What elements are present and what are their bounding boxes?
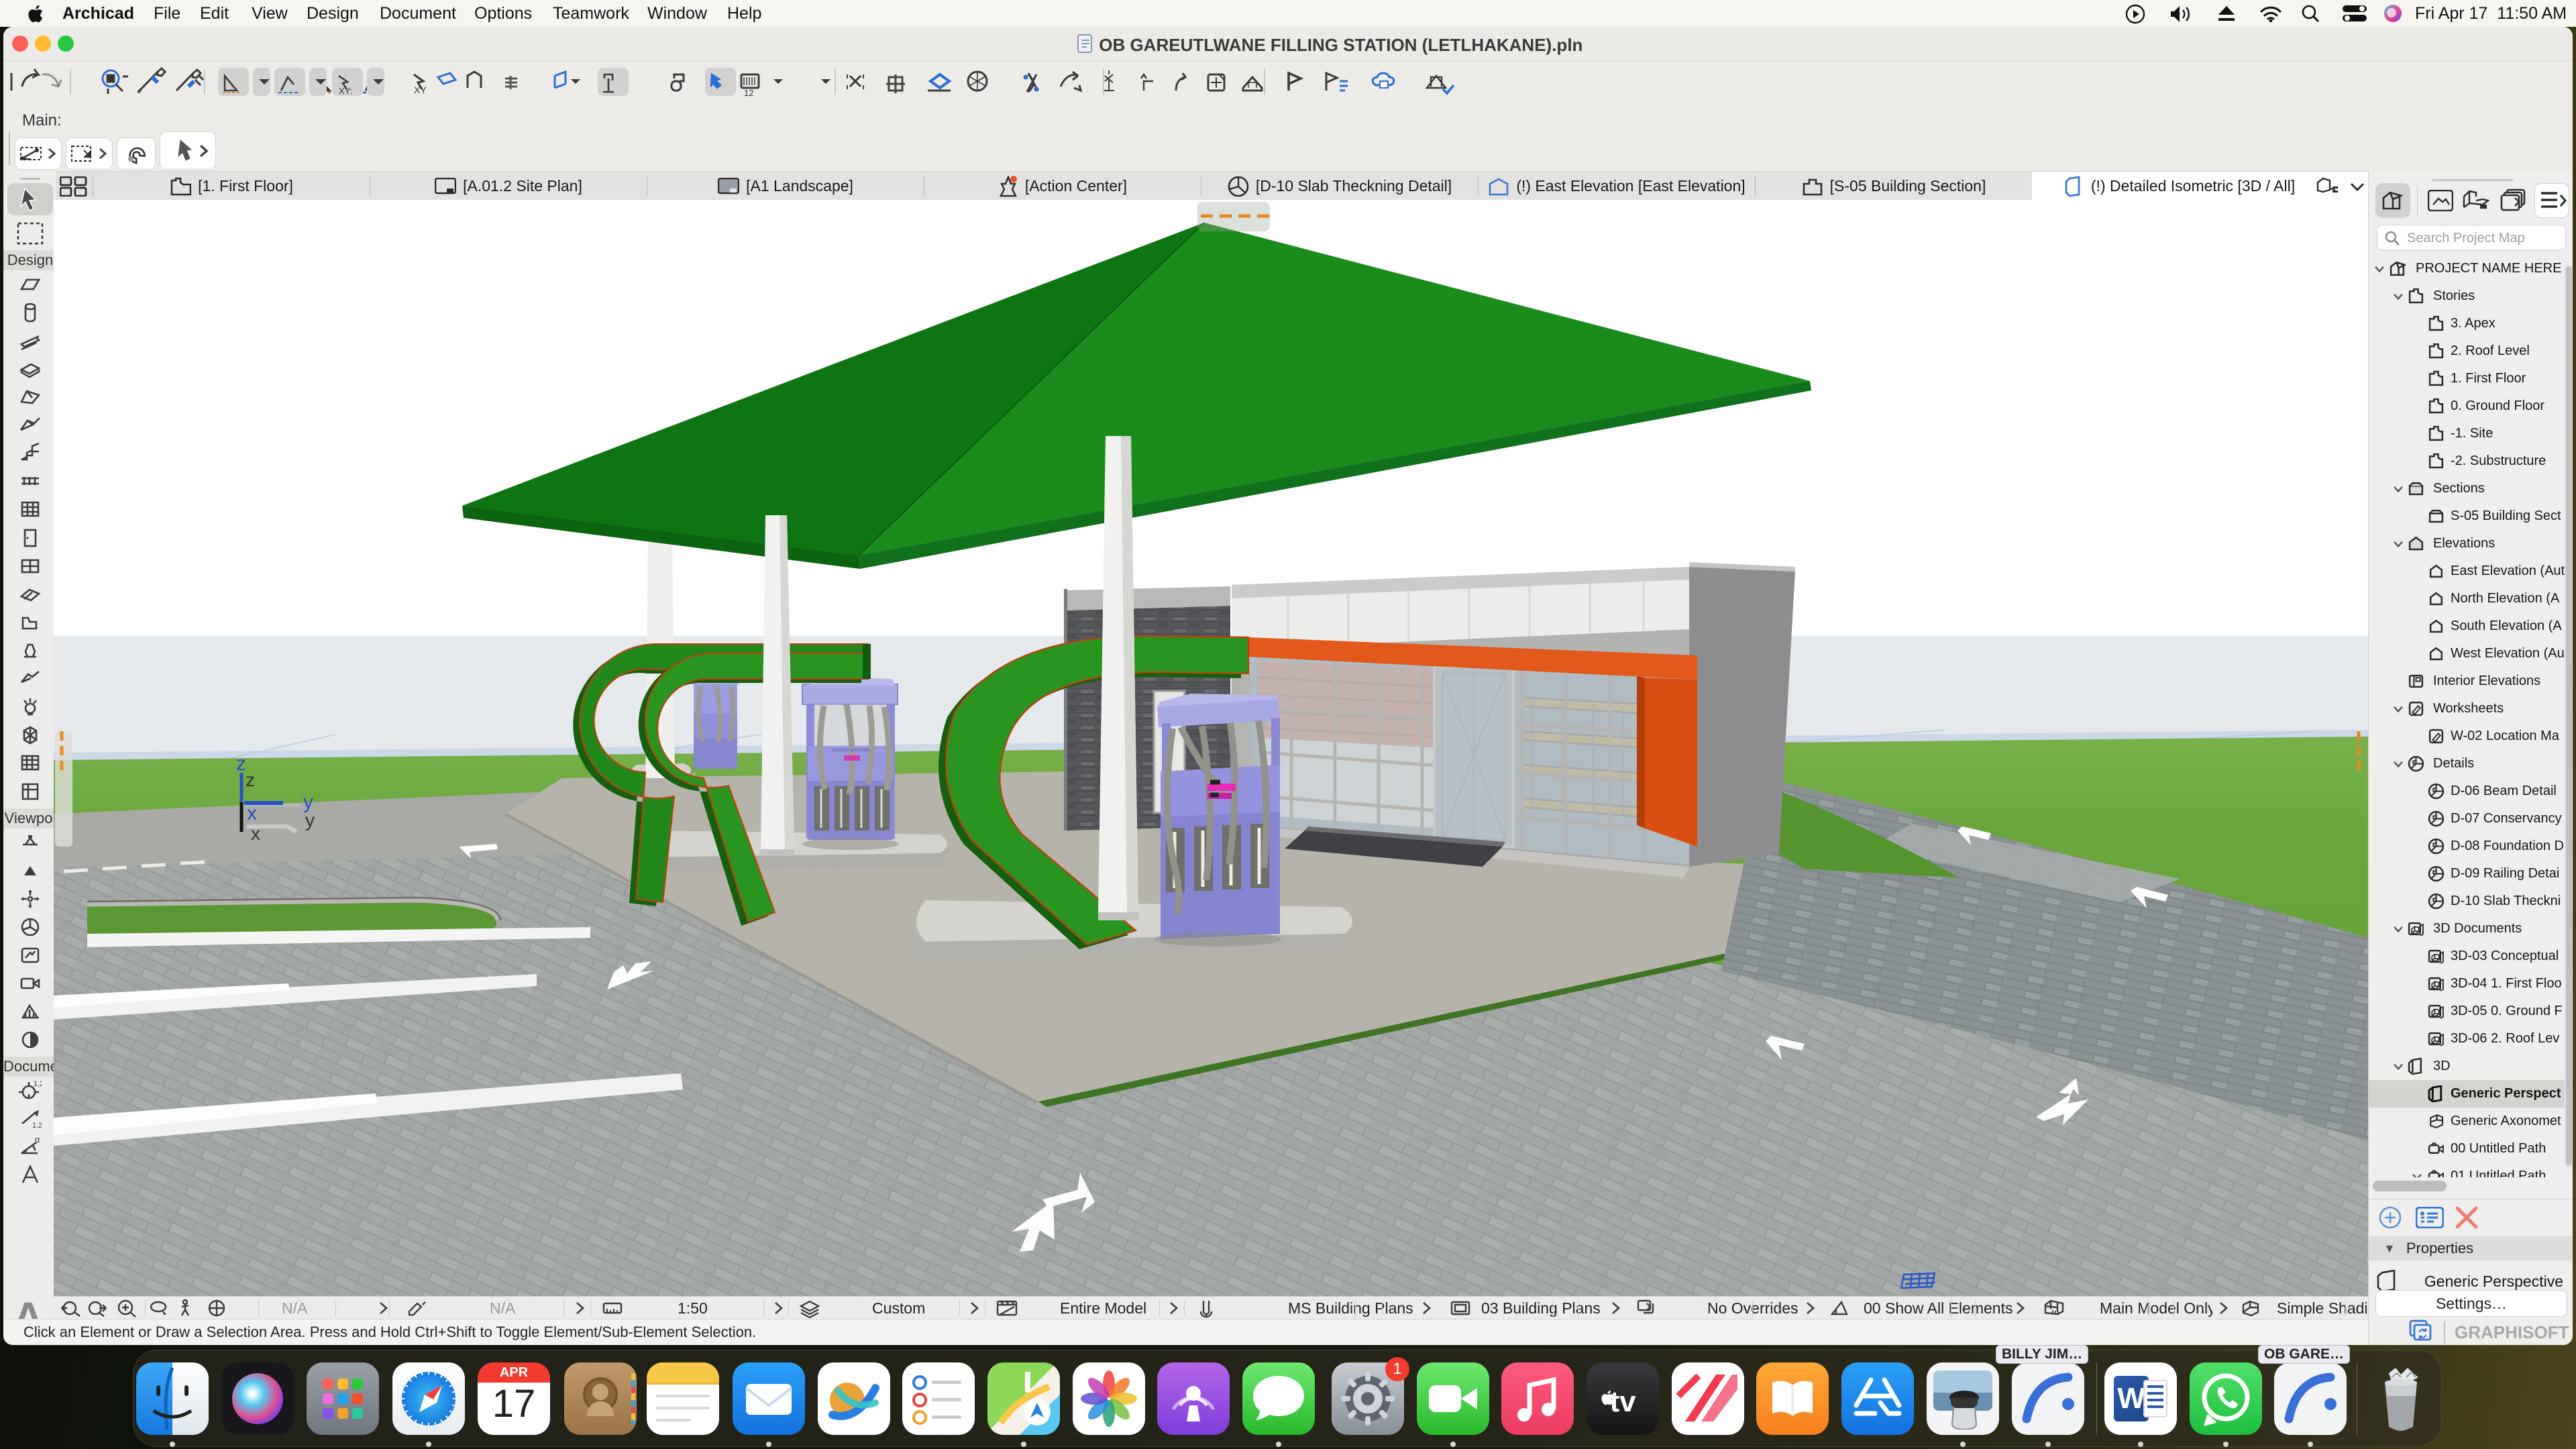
svg-text:XY:: XY:	[339, 86, 352, 96]
svg-text:XY: XY	[414, 85, 427, 95]
svg-text:y: y	[305, 810, 315, 830]
svg-text:x: x	[247, 802, 257, 824]
svg-text:α: α	[35, 1136, 40, 1144]
svg-text:12: 12	[744, 88, 753, 98]
svg-text:1,2: 1,2	[34, 1080, 42, 1088]
svg-text:x: x	[251, 823, 260, 844]
svg-text:1.2: 1.2	[32, 1122, 42, 1130]
svg-text:z: z	[246, 769, 255, 790]
svg-text:z: z	[236, 753, 246, 775]
